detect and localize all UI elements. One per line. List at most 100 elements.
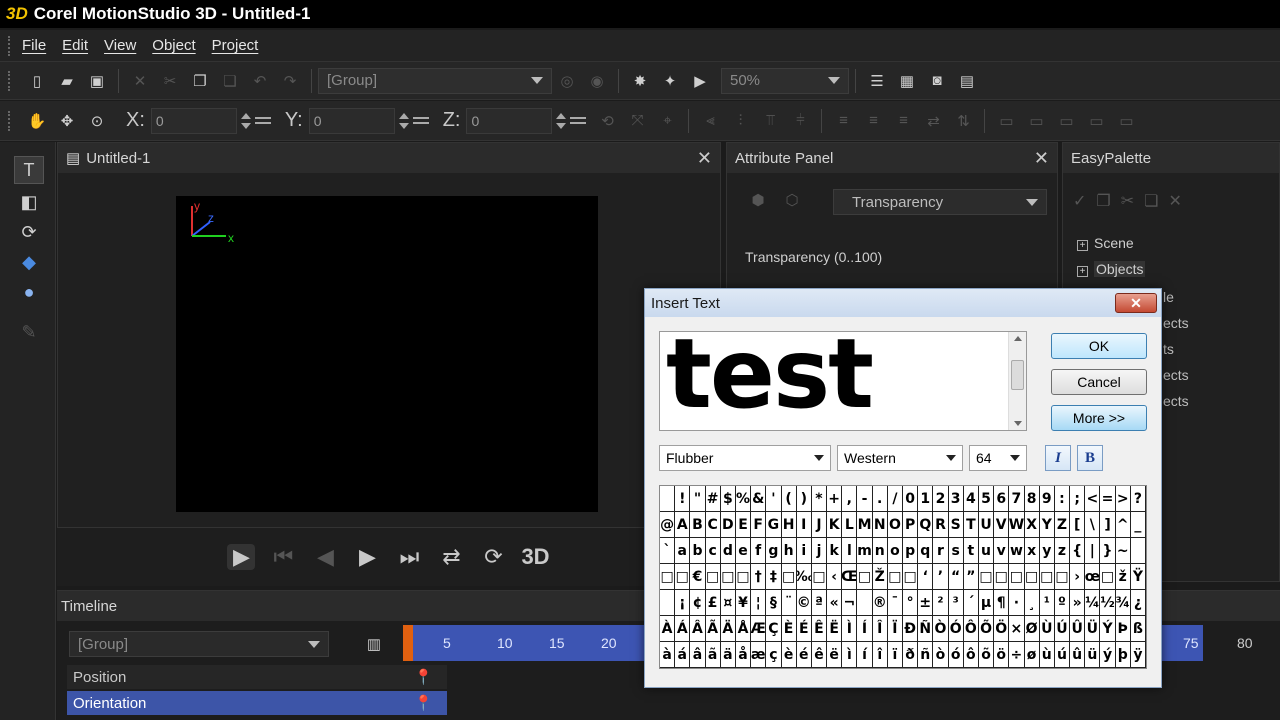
char-cell[interactable]: Â [690, 616, 706, 642]
eye-icon[interactable]: ◉ [586, 70, 608, 92]
char-cell[interactable]: ‡ [766, 564, 782, 590]
char-cell[interactable]: r [933, 538, 949, 564]
char-cell[interactable] [660, 486, 676, 512]
char-cell[interactable]: £ [705, 590, 721, 616]
char-cell[interactable]: Æ [751, 616, 767, 642]
char-cell[interactable]: ò [933, 642, 949, 668]
char-cell[interactable]: È [781, 616, 797, 642]
playhead[interactable] [403, 625, 413, 661]
new-file-icon[interactable]: ▯ [26, 70, 48, 92]
shape-2-icon[interactable]: ▭ [1025, 110, 1047, 132]
char-cell[interactable]: ' [766, 486, 782, 512]
char-cell[interactable]: h [781, 538, 797, 564]
char-cell[interactable]: I [796, 512, 812, 538]
char-cell[interactable]: = [1100, 486, 1116, 512]
char-cell[interactable]: x [1024, 538, 1040, 564]
char-cell[interactable]: µ [978, 590, 995, 616]
char-cell[interactable]: □ [675, 564, 691, 590]
char-cell[interactable]: H [781, 512, 797, 538]
char-cell[interactable]: è [781, 642, 797, 668]
char-cell[interactable]: ä [720, 642, 736, 668]
char-cell[interactable]: ž [1115, 564, 1131, 590]
more-button[interactable]: More >> [1051, 405, 1147, 431]
char-cell[interactable]: L [842, 512, 858, 538]
char-cell[interactable]: 1 [918, 486, 934, 512]
char-cell[interactable]: ü [1085, 642, 1101, 668]
char-cell[interactable]: õ [978, 642, 995, 668]
char-cell[interactable]: c [705, 538, 721, 564]
menu-object[interactable]: Object [152, 37, 195, 54]
scroll-up-icon[interactable] [1014, 336, 1022, 341]
save-icon[interactable]: ▣ [86, 70, 108, 92]
timeline-options-icon[interactable]: ▥ [363, 633, 385, 655]
char-cell[interactable]: a [675, 538, 691, 564]
char-cell[interactable]: · [1009, 590, 1025, 616]
char-cell[interactable]: ” [963, 564, 979, 590]
char-cell[interactable]: F [751, 512, 767, 538]
z-input[interactable]: 0 [466, 107, 553, 134]
char-cell[interactable]: G [766, 512, 782, 538]
char-cell[interactable]: b [690, 538, 706, 564]
char-cell[interactable]: , [842, 486, 858, 512]
y-spinner[interactable] [397, 108, 411, 134]
cut-icon[interactable]: ✂ [1121, 191, 1134, 211]
scroll-down-icon[interactable] [1014, 421, 1022, 426]
char-cell[interactable]: Ž [872, 564, 888, 590]
char-cell[interactable]: ã [705, 642, 721, 668]
char-cell[interactable]: d [720, 538, 736, 564]
move-icon[interactable]: ✥ [56, 110, 78, 132]
char-cell[interactable]: ² [933, 590, 949, 616]
char-cell[interactable]: l [842, 538, 858, 564]
char-cell[interactable]: ¨ [781, 590, 797, 616]
object-combo[interactable]: [Group] [318, 67, 552, 94]
char-cell[interactable] [660, 590, 676, 616]
char-cell[interactable]: □ [720, 564, 736, 590]
char-cell[interactable]: A [675, 512, 691, 538]
key-remove-icon[interactable]: ⬡ [781, 189, 803, 211]
copy-icon[interactable]: ❐ [1096, 191, 1110, 211]
char-cell[interactable]: Ã [705, 616, 721, 642]
ok-button[interactable]: OK [1051, 333, 1147, 359]
paste-icon[interactable]: ❏ [219, 70, 241, 92]
char-cell[interactable]: â [690, 642, 706, 668]
char-cell[interactable]: > [1115, 486, 1131, 512]
char-cell[interactable]: S [948, 512, 964, 538]
first-frame-icon[interactable]: ⏮ [269, 544, 297, 570]
char-cell[interactable]: □ [1039, 564, 1055, 590]
char-cell[interactable]: ó [948, 642, 964, 668]
char-cell[interactable]: ¶ [994, 590, 1010, 616]
char-cell[interactable]: v [994, 538, 1010, 564]
bold-button[interactable]: B [1077, 445, 1103, 471]
char-cell[interactable]: Ñ [918, 616, 934, 642]
char-cell[interactable]: á [675, 642, 691, 668]
char-cell[interactable]: □ [1024, 564, 1040, 590]
char-cell[interactable]: # [705, 486, 721, 512]
char-cell[interactable]: o [887, 538, 903, 564]
char-cell[interactable]: ì [842, 642, 858, 668]
char-cell[interactable]: □ [1009, 564, 1025, 590]
char-cell[interactable]: K [827, 512, 843, 538]
toolbar-grip[interactable] [8, 110, 12, 131]
char-cell[interactable]: □ [811, 564, 828, 590]
lathe-tool-icon[interactable]: ⟳ [14, 218, 44, 246]
char-cell[interactable]: Ÿ [1130, 564, 1146, 590]
char-cell[interactable]: } [1100, 538, 1116, 564]
char-cell[interactable]: ¬ [842, 590, 858, 616]
char-cell[interactable]: É [796, 616, 812, 642]
char-cell[interactable]: ) [796, 486, 812, 512]
char-cell[interactable]: ß [1130, 616, 1146, 642]
char-cell[interactable]: Z [1054, 512, 1071, 538]
char-cell[interactable]: “ [948, 564, 964, 590]
char-cell[interactable]: Ù [1039, 616, 1055, 642]
y-input[interactable]: 0 [308, 107, 395, 134]
scale-icon[interactable]: ⤧ [626, 110, 648, 132]
italic-button[interactable]: I [1045, 445, 1071, 471]
track-position[interactable]: Position 📍 [67, 665, 447, 689]
char-cell[interactable]: M [857, 512, 873, 538]
char-cell[interactable]: œ [1085, 564, 1101, 590]
char-cell[interactable]: V [994, 512, 1010, 538]
x-spinner[interactable] [239, 108, 253, 134]
align-middle-icon[interactable]: ⫩ [789, 110, 811, 132]
char-cell[interactable]: Ö [994, 616, 1010, 642]
text-align-left-icon[interactable]: ≡ [832, 110, 854, 132]
